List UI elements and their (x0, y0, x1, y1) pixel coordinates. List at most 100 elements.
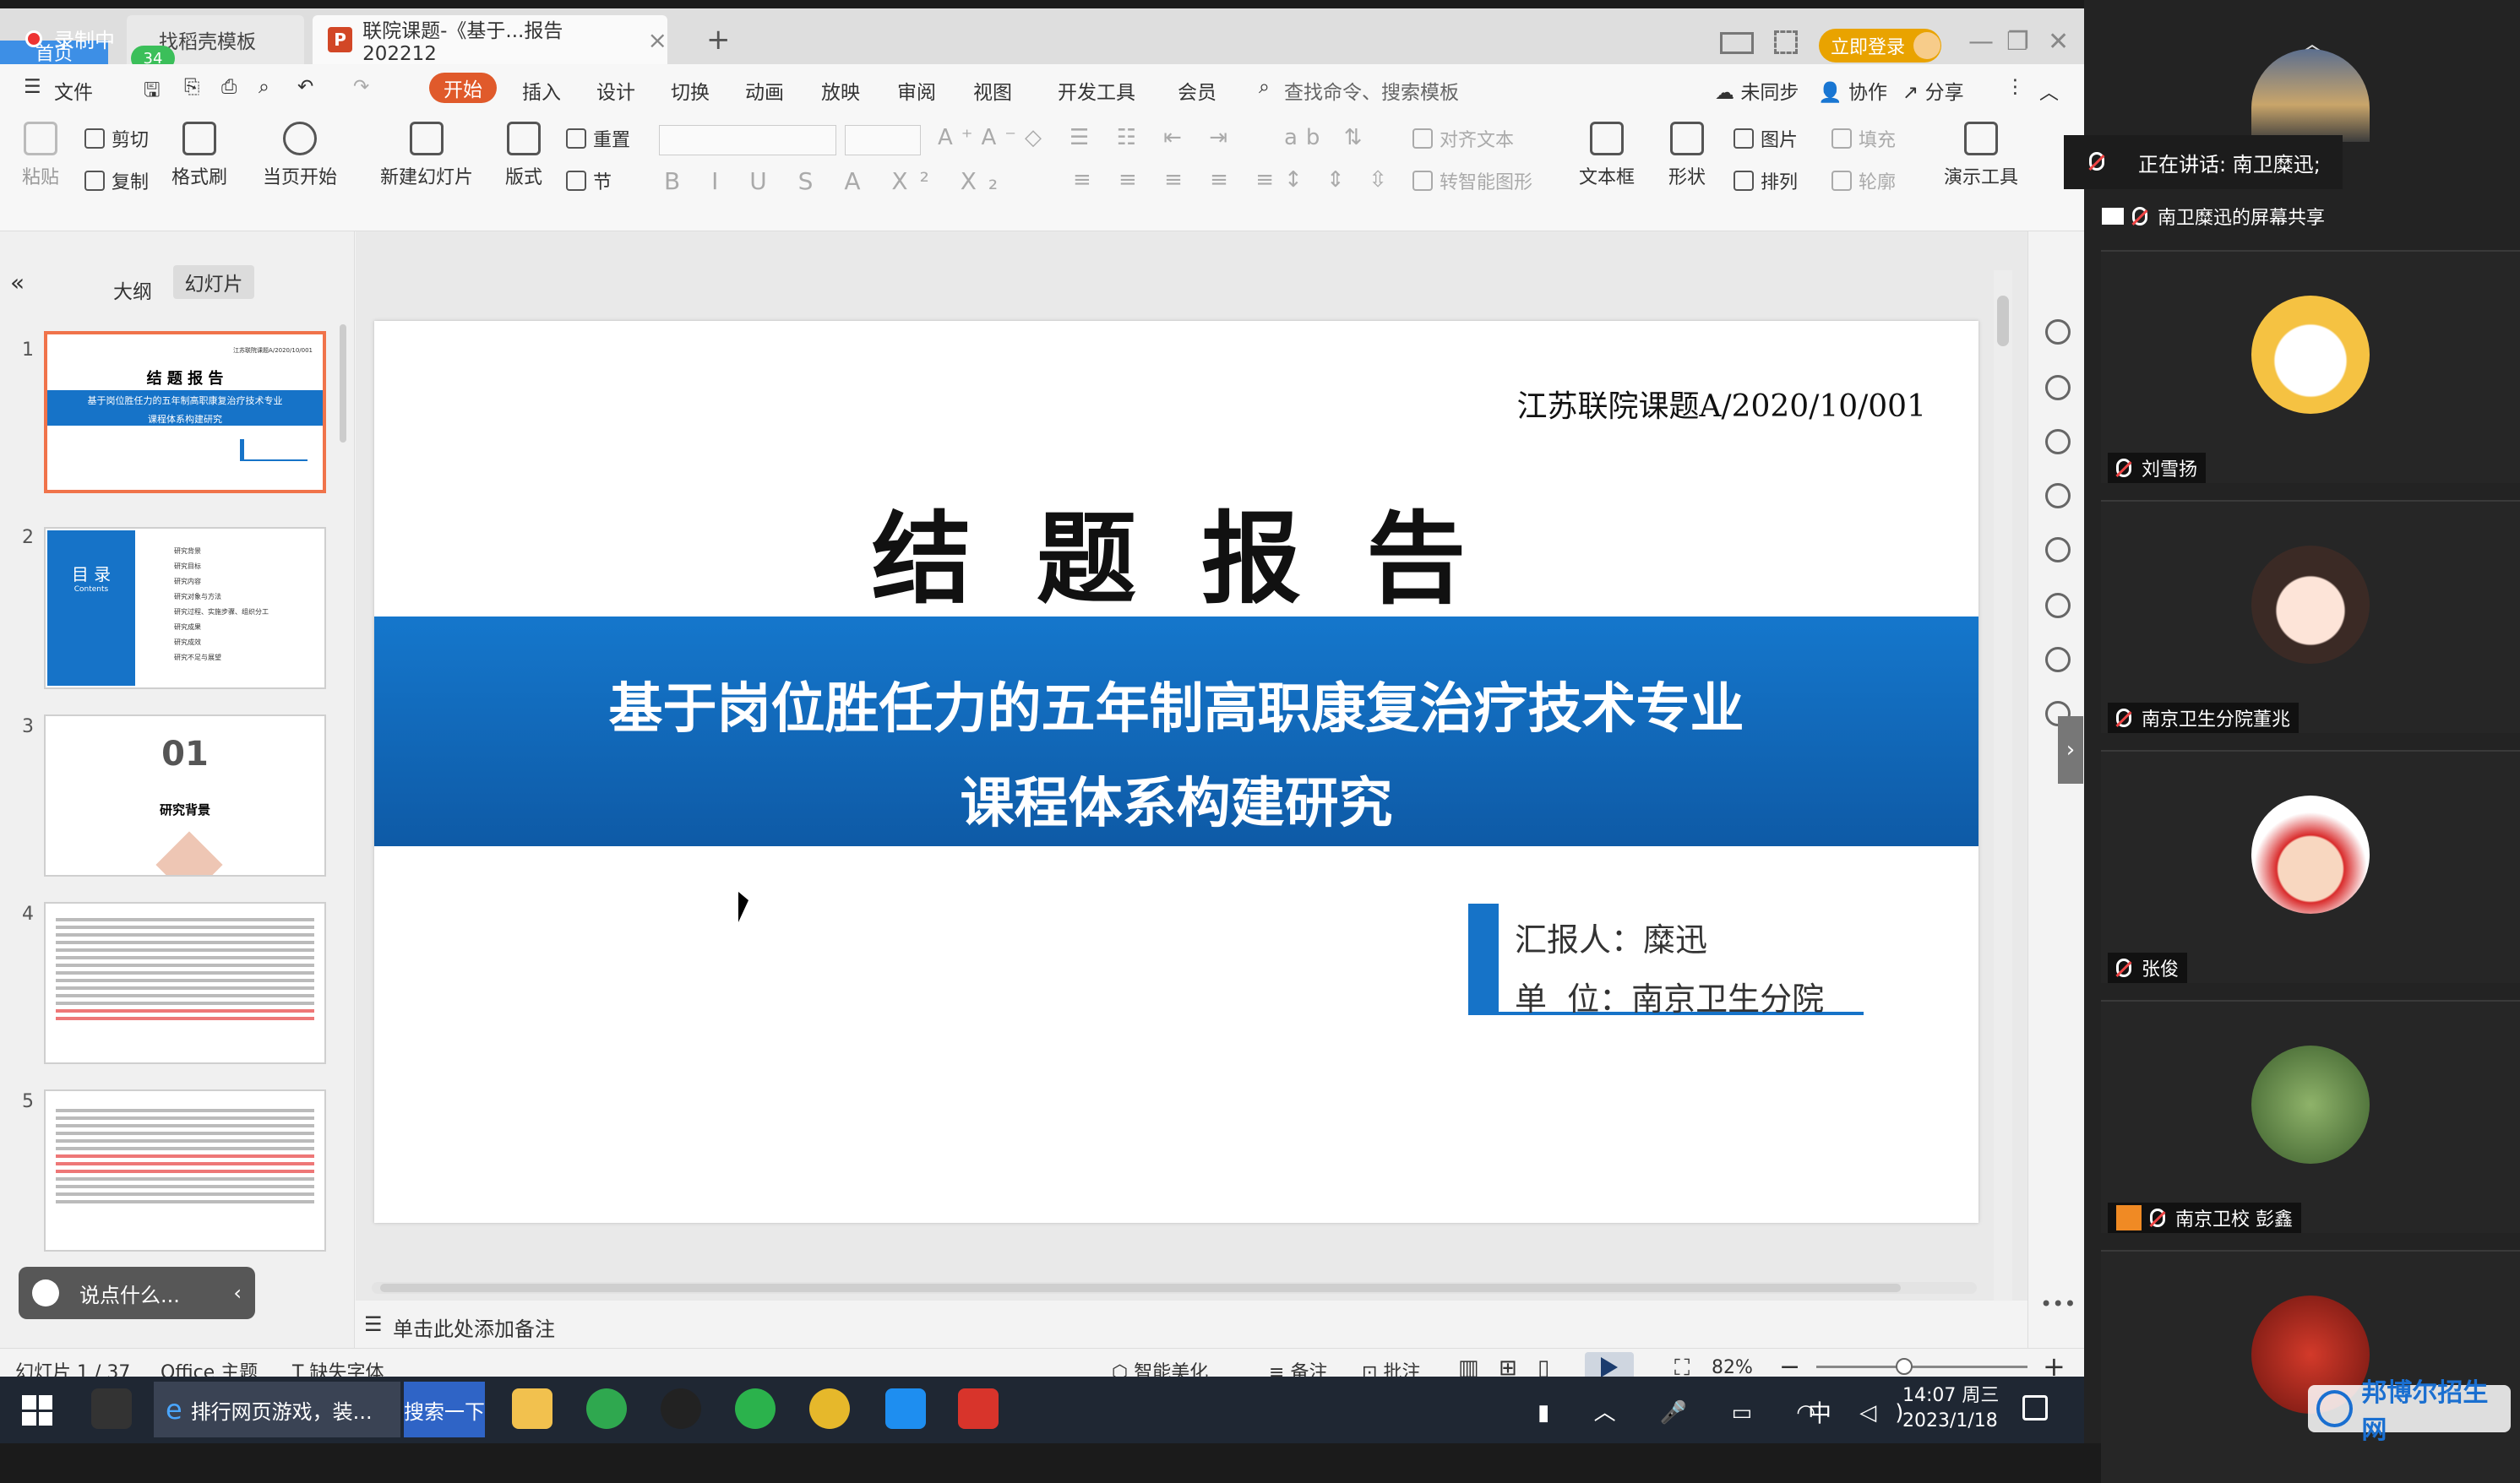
menu-transition[interactable]: 切换 (671, 76, 710, 105)
menu-review[interactable]: 审阅 (897, 76, 936, 105)
collab-button[interactable]: 👤 协作 (1818, 76, 1887, 105)
participant-tile[interactable]: 南京卫生分院董兆 (2101, 500, 2520, 733)
add-tab-button[interactable]: + (706, 15, 731, 64)
new-slide-button[interactable]: 新建幻灯片 (372, 122, 482, 189)
line-spacing-tools[interactable]: ↕ ⇕ ⇳ (1284, 167, 1396, 193)
comments-toggle[interactable]: ⊡ 批注 (1362, 1357, 1420, 1377)
notification-icon[interactable] (2022, 1395, 2048, 1421)
ie-taskbar-item[interactable]: e 排行网页游戏，装... (154, 1382, 400, 1437)
undo-icon[interactable]: ↶ (297, 76, 313, 98)
slide-thumb-4[interactable] (44, 902, 326, 1064)
paragraph-align-tools[interactable]: ≡ ≡ ≡ ≡ ≡ (1073, 167, 1284, 193)
help-icon[interactable] (2045, 537, 2071, 562)
play-slideshow-button[interactable] (1585, 1352, 1634, 1377)
settings-sliders-icon[interactable] (2045, 375, 2071, 400)
picture-button[interactable]: 图片 (1734, 125, 1798, 152)
notes-area[interactable]: ☰ 单击此处添加备注 (356, 1301, 2027, 1348)
zoom-out-icon[interactable]: − (1779, 1352, 1800, 1377)
slide-thumb-1[interactable]: 江苏联院课题A/2020/10/001 结 题 报 告 基于岗位胜任力的五年制高… (44, 331, 326, 493)
font-size-select[interactable] (845, 125, 921, 155)
menu-file[interactable]: 文件 (54, 76, 93, 105)
preview-icon[interactable]: ⌕ (259, 76, 269, 98)
menu-animation[interactable]: 动画 (745, 76, 784, 105)
meeting-app-icon[interactable] (885, 1388, 926, 1429)
shape-button[interactable]: 形状 (1657, 122, 1717, 189)
outline-button[interactable]: 轮廓 (1831, 167, 1896, 194)
paste-button[interactable]: 粘贴 (15, 122, 66, 189)
wps-icon[interactable] (958, 1388, 999, 1429)
beautify-button[interactable]: ⬡ 智能美化 (1112, 1357, 1208, 1377)
restore-icon[interactable]: ❐ (2006, 27, 2029, 57)
notes-toggle[interactable]: ≡ 备注 (1269, 1357, 1327, 1377)
slide-thumb-5[interactable] (44, 1089, 326, 1252)
save-icon[interactable]: 🖫 (144, 76, 161, 109)
close-icon[interactable]: × (648, 26, 667, 54)
align-text-button[interactable]: 对齐文本 (1412, 125, 1514, 152)
grid-icon[interactable] (1774, 30, 1798, 54)
font-style-tools[interactable]: B I U S A X² X₂ (664, 167, 1010, 195)
compass-icon[interactable] (2045, 647, 2071, 672)
star-icon[interactable] (2045, 429, 2071, 454)
redo-icon[interactable]: ↷ (353, 76, 369, 98)
font-family-select[interactable] (659, 125, 836, 155)
menu-start[interactable]: 开始 (429, 73, 497, 103)
image-icon[interactable] (2045, 593, 2071, 618)
hamburger-icon[interactable]: ☰ (24, 76, 41, 98)
copy-button[interactable]: 复制 (84, 167, 149, 194)
reading-view-icon[interactable]: ▯ (1538, 1355, 1549, 1377)
menu-design[interactable]: 设计 (596, 76, 635, 105)
more-icon[interactable]: ⋮ (2006, 76, 2025, 98)
collapse-panel-icon[interactable]: « (10, 269, 24, 296)
sorter-view-icon[interactable]: ⊞ (1499, 1355, 1517, 1377)
emoji-icon[interactable] (32, 1279, 59, 1306)
participant-tile[interactable]: 刘雪扬 (2101, 250, 2520, 483)
share-button[interactable]: ↗ 分享 (1902, 76, 1964, 105)
window-close-icon[interactable]: ✕ (2048, 27, 2069, 57)
text-direction-tools[interactable]: ab ⇅ (1284, 125, 1371, 150)
menu-insert[interactable]: 插入 (522, 76, 561, 105)
slide-thumb-2[interactable]: 目 录 Contents 研究背景 研究目标 研究内容 研究对象与方法 研究过程… (44, 527, 326, 689)
zoom-knob[interactable] (1896, 1358, 1913, 1375)
participant-tile[interactable]: 南京卫校 彭鑫 (2101, 1000, 2520, 1233)
chat-input[interactable]: 说点什么... ‹ (19, 1267, 255, 1319)
tab-outline[interactable]: 大纲 (113, 275, 152, 304)
game-icon[interactable] (809, 1388, 850, 1429)
fill-button[interactable]: 填充 (1831, 125, 1896, 152)
sync-status[interactable]: ☁ 未同步 (1715, 76, 1799, 105)
search-icon[interactable]: ⌕ (1259, 76, 1270, 98)
hscroll-thumb[interactable] (380, 1284, 1901, 1292)
reset-button[interactable]: 重置 (566, 125, 630, 152)
login-button[interactable]: 立即登录 (1819, 29, 1941, 62)
layout-button[interactable]: 版式 (498, 122, 549, 189)
normal-view-icon[interactable]: ▥ (1458, 1355, 1479, 1377)
present-tools-button[interactable]: 演示工具 (1935, 122, 2027, 189)
chevron-left-icon[interactable]: ‹ (233, 1281, 242, 1305)
search-button[interactable]: 搜索一下 (404, 1382, 485, 1437)
zoom-slider[interactable] (1816, 1358, 2027, 1375)
print-icon[interactable]: ⎙ (221, 76, 237, 98)
minimize-icon[interactable]: — (1968, 27, 1994, 57)
current-slide[interactable]: 江苏联院课题A/2020/10/001 结 题 报 告 基于岗位胜任力的五年制高… (374, 321, 1978, 1223)
layout-icon[interactable] (1720, 32, 1754, 54)
font-size-tools[interactable]: A⁺A⁻◇ (938, 125, 1050, 150)
textbox-button[interactable]: 文本框 (1573, 122, 1641, 189)
zoom-in-icon[interactable]: + (2043, 1350, 2066, 1377)
qq-icon[interactable] (661, 1388, 701, 1429)
horizontal-scrollbar[interactable] (372, 1282, 1977, 1294)
menu-view[interactable]: 视图 (973, 76, 1012, 105)
slide-thumb-3[interactable]: 01 研究背景 (44, 714, 326, 877)
list-tools[interactable]: ☰ ☷ ⇤ ⇥ (1070, 125, 1238, 150)
expand-pane-icon[interactable]: › (2058, 716, 2083, 784)
zoom-level[interactable]: 82% (1712, 1357, 1753, 1377)
tab-slides[interactable]: 幻灯片 (173, 265, 254, 299)
convert-smart-button[interactable]: 转智能图形 (1412, 167, 1532, 194)
vertical-scrollbar[interactable] (1994, 270, 2012, 1309)
missing-font[interactable]: T 缺失字体 (292, 1357, 384, 1377)
thumb-scrollbar[interactable] (340, 324, 346, 443)
cut-button[interactable]: 剪切 (84, 125, 149, 152)
arrange-button[interactable]: 排列 (1734, 167, 1798, 194)
rocket-icon[interactable] (2045, 319, 2071, 345)
tray-icons[interactable]: ▮ ︿ 🎤 ▭ ◠ ◁) (1538, 1395, 1922, 1426)
participant-tile[interactable]: 张俊 (2101, 750, 2520, 983)
explorer-icon[interactable] (512, 1388, 552, 1429)
